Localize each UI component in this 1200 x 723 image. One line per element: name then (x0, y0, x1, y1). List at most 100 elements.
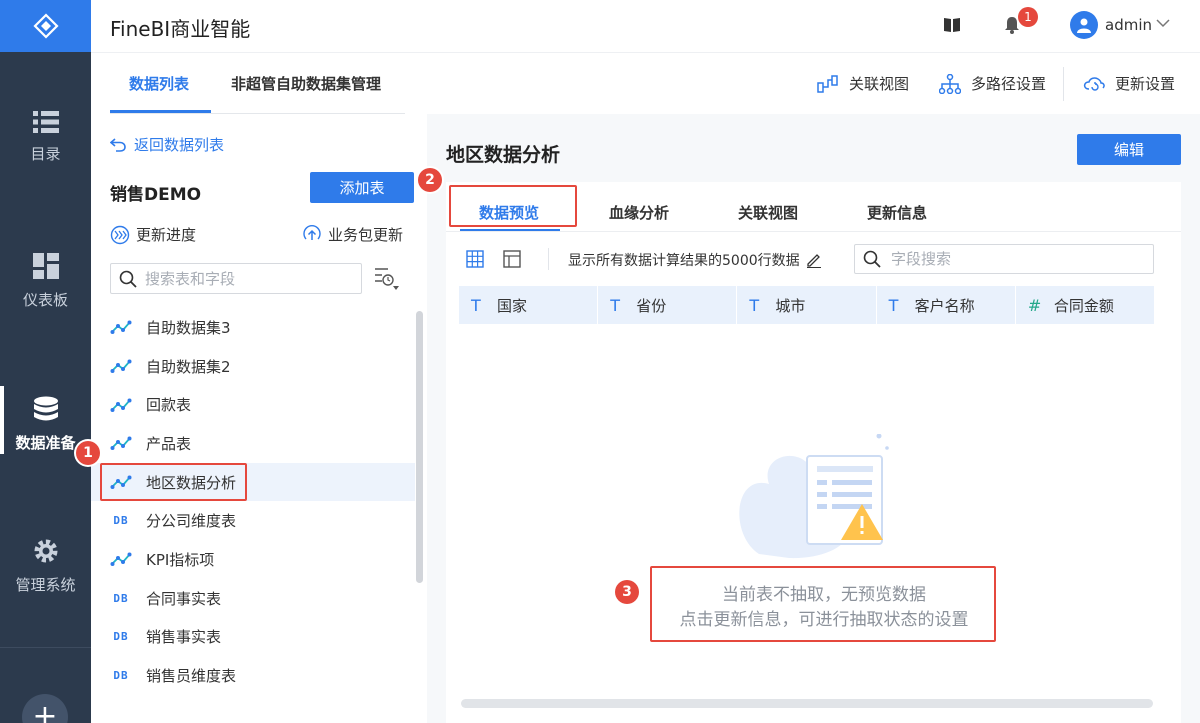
update-settings-button[interactable]: 更新设置 (1083, 73, 1175, 94)
db-tag: DB (113, 630, 129, 644)
toolbar-divider (548, 248, 549, 270)
horizontal-scrollbar[interactable] (461, 699, 1153, 708)
column-header[interactable]: T 客户名称 (877, 286, 1016, 324)
grid-view-icon[interactable] (466, 250, 484, 268)
pencil-icon[interactable] (806, 252, 822, 268)
tab-lineage-analysis[interactable]: 血缘分析 (609, 202, 669, 223)
db-tag: DB (113, 514, 129, 528)
table-list-item[interactable]: 自助数据集2 (91, 347, 415, 386)
table-name: KPI指标项 (146, 550, 215, 569)
table-list-item[interactable]: 产品表 (91, 424, 415, 463)
nav-divider (0, 647, 91, 648)
table-title: 地区数据分析 (446, 144, 561, 166)
column-name: 客户名称 (914, 296, 975, 315)
username[interactable]: admin (1105, 16, 1152, 34)
table-detail-panel: 地区数据分析 编辑 数据预览 血缘分析 关联视图 更新信息 显示所有数据计算结果… (427, 114, 1200, 723)
update-settings-label: 更新设置 (1115, 75, 1176, 93)
column-header[interactable]: T 省份 (598, 286, 738, 324)
text-type-icon: T (888, 295, 899, 315)
nav-item-admin[interactable]: 管理系统 (0, 538, 91, 595)
table-search-box[interactable] (110, 263, 362, 294)
table-name: 合同事实表 (146, 589, 222, 608)
table-list-item[interactable]: DB 销售员维度表 (91, 656, 415, 695)
table-list-item[interactable]: 地区数据分析 (91, 462, 415, 502)
self-dataset-icon (110, 436, 132, 451)
db-table-icon: DB (110, 630, 132, 644)
tab-data-list[interactable]: 数据列表 (129, 73, 189, 94)
field-search-box[interactable] (854, 244, 1154, 274)
left-nav: 目录 仪表板 数据准备 管理系统 + (0, 0, 91, 723)
table-name: 回款表 (146, 396, 192, 415)
field-search-input[interactable] (891, 250, 1131, 268)
text-type-icon: T (471, 295, 481, 315)
highlight-box (100, 462, 247, 501)
back-link-label: 返回数据列表 (134, 136, 225, 154)
empty-message-line2: 点击更新信息，可进行抽取状态的设置 (679, 610, 969, 630)
tab-update-info[interactable]: 更新信息 (867, 202, 927, 223)
column-header[interactable]: T 城市 (737, 286, 877, 324)
column-header[interactable]: # 合同金额 (1016, 286, 1156, 324)
table-name: 自助数据集3 (146, 318, 231, 337)
back-arrow-icon (110, 137, 126, 152)
db-table-icon: DB (110, 591, 132, 605)
step-marker-3: 3 (615, 580, 639, 604)
sub-bar: 数据列表 非超管自助数据集管理 关联视图 多路径设置 更新设置 (91, 52, 1200, 114)
finebi-logo[interactable] (0, 0, 91, 52)
edit-button[interactable]: 编辑 (1077, 134, 1181, 165)
empty-message-line1: 当前表不抽取，无预览数据 (722, 585, 926, 605)
table-search-input[interactable] (145, 269, 345, 288)
relation-view-icon (817, 74, 838, 93)
table-name: 产品表 (146, 434, 192, 453)
step-marker-2: 2 (418, 168, 442, 192)
progress-icon (110, 225, 130, 244)
layout-view-icon[interactable] (503, 250, 521, 268)
table-list: 自助数据集3 自助数据集2 回款表产品表地区数据分析 DB 分公司维度表 KPI指标项 DB… (91, 308, 415, 695)
book-icon[interactable] (943, 17, 961, 33)
column-header-row: T 国家 T 省份 T 城市 T 客户名称 # 合同金额 (459, 286, 1156, 324)
filter-sort-icon[interactable] (374, 267, 400, 291)
list-scrollbar[interactable] (416, 311, 423, 583)
table-list-panel: 返回数据列表 销售DEMO 添加表 更新进度 业务包更新 自助数据集3 自助数据集… (91, 114, 427, 723)
table-list-item[interactable]: 回款表 (91, 385, 415, 424)
table-name: 自助数据集2 (146, 357, 231, 376)
update-progress-button[interactable]: 更新进度 (110, 224, 196, 245)
column-name: 合同金额 (1053, 296, 1114, 315)
table-list-item[interactable]: DB 合同事实表 (91, 579, 415, 618)
hierarchy-icon (939, 73, 961, 94)
back-to-list-link[interactable]: 返回数据列表 (110, 134, 224, 155)
relation-view-label: 关联视图 (849, 75, 910, 93)
update-progress-label: 更新进度 (136, 226, 197, 244)
toolbar-divider (1063, 67, 1064, 101)
package-update-button[interactable]: 业务包更新 (302, 224, 403, 245)
add-table-button[interactable]: 添加表 (310, 172, 414, 203)
logo-icon (32, 13, 59, 39)
db-table-icon: DB (110, 514, 132, 528)
active-tab-indicator (110, 110, 211, 113)
row-count-text: 显示所有数据计算结果的5000行数据 (568, 253, 800, 269)
table-name: 销售员维度表 (146, 667, 237, 686)
table-list-item[interactable]: 自助数据集3 (91, 308, 415, 347)
table-list-item[interactable]: DB 分公司维度表 (91, 501, 415, 540)
avatar[interactable] (1070, 11, 1098, 39)
row-count-info: 显示所有数据计算结果的5000行数据 (568, 250, 822, 270)
dashboard-icon (32, 253, 59, 279)
upload-circle-icon (303, 224, 321, 240)
relation-view-button[interactable]: 关联视图 (817, 73, 909, 94)
self-dataset-icon (110, 398, 132, 412)
table-name: 分公司维度表 (146, 512, 237, 531)
multipath-settings-button[interactable]: 多路径设置 (939, 73, 1046, 94)
nav-item-dashboard[interactable]: 仪表板 (0, 253, 91, 310)
column-name: 省份 (636, 296, 667, 315)
column-header[interactable]: T 国家 (459, 286, 599, 324)
nav-label: 数据准备 (15, 434, 76, 452)
tab-relation-view[interactable]: 关联视图 (738, 202, 798, 223)
nav-item-data-prep[interactable]: 数据准备 (0, 386, 91, 454)
chevron-down-icon[interactable] (1156, 18, 1170, 28)
tab-self-dataset-management[interactable]: 非超管自助数据集管理 (231, 73, 381, 94)
nav-item-catalog[interactable]: 目录 (0, 111, 91, 164)
add-button[interactable]: + (22, 694, 68, 723)
db-tag: DB (113, 591, 129, 605)
detail-card: 数据预览 血缘分析 关联视图 更新信息 显示所有数据计算结果的5000行数据 字… (446, 182, 1181, 723)
table-list-item[interactable]: DB 销售事实表 (91, 618, 415, 657)
table-list-item[interactable]: KPI指标项 (91, 540, 415, 579)
